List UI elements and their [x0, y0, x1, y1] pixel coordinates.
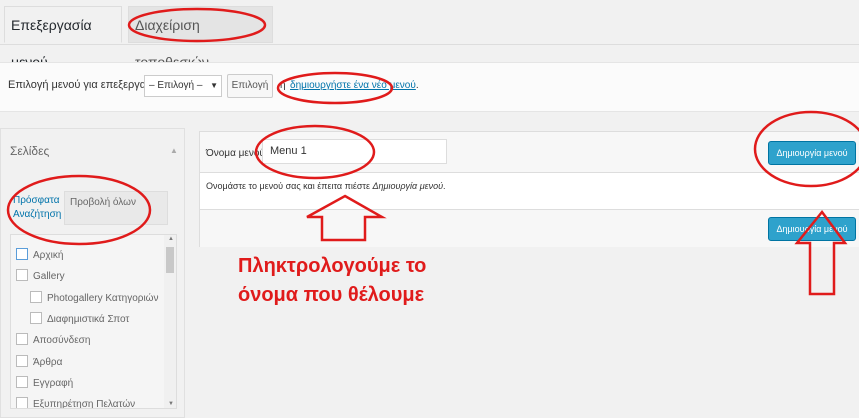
- up-arrow-shape-right: [794, 209, 848, 296]
- highlight-ellipse-link: [276, 71, 394, 105]
- highlight-ellipse-name: [254, 124, 376, 180]
- up-arrow-shape: [306, 194, 387, 242]
- highlight-ellipse-tab: [127, 7, 267, 43]
- highlight-ellipse-tabs-left: [6, 174, 152, 246]
- annotation-overlay: [6, 7, 859, 296]
- highlight-ellipse-create: [753, 110, 859, 188]
